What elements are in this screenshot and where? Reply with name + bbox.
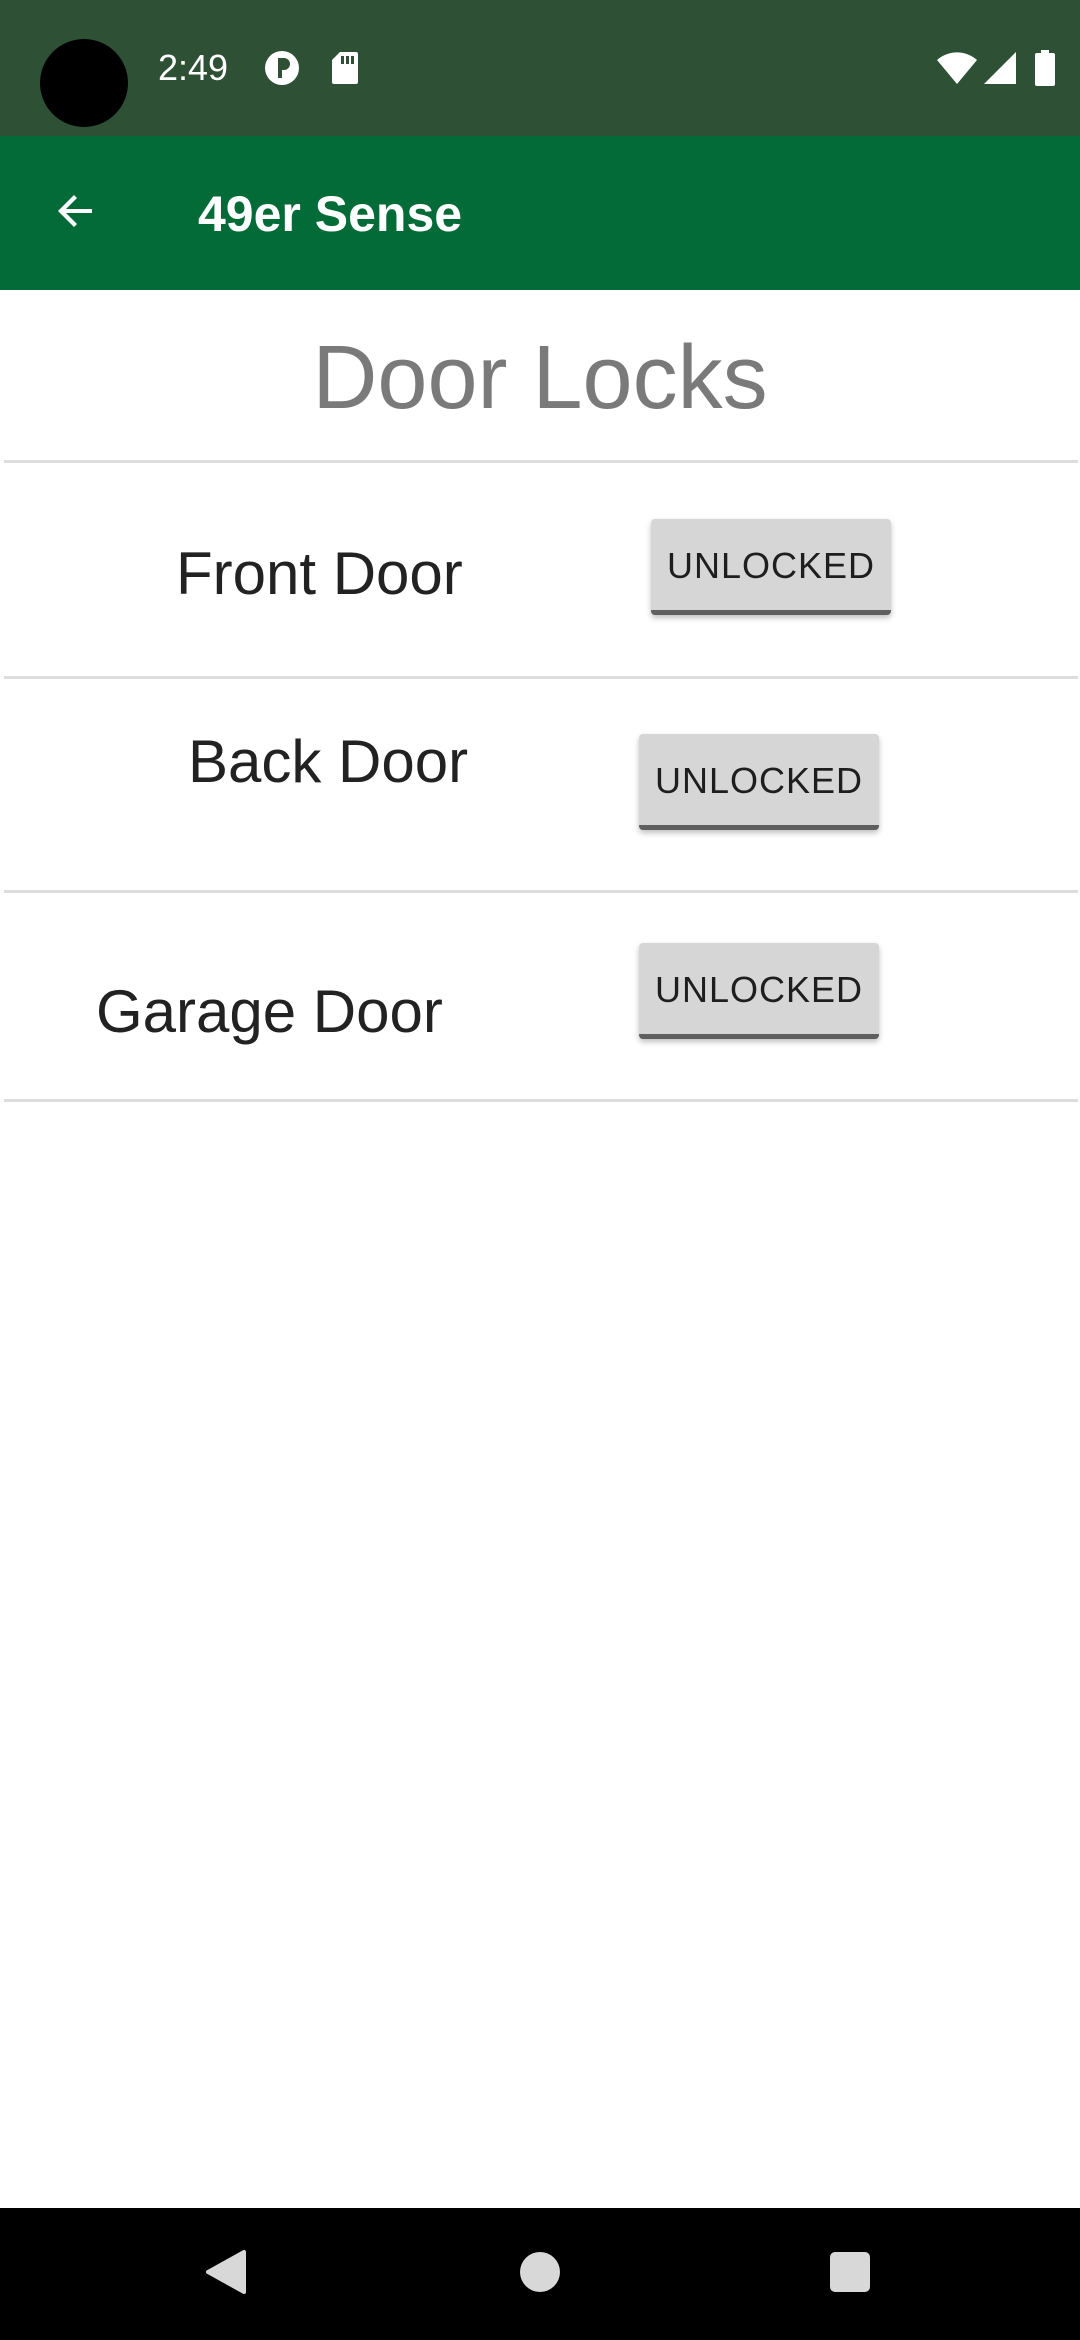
arrow-left-icon	[52, 187, 100, 240]
divider	[4, 676, 1078, 679]
lock-name-label: Garage Door	[96, 978, 443, 1045]
status-bar: 2:49	[0, 0, 1080, 136]
app-bar: 49er Sense	[0, 136, 1080, 290]
back-door-lock-button[interactable]: UNLOCKED	[639, 734, 879, 830]
back-button[interactable]	[36, 173, 116, 253]
nav-home-button[interactable]	[500, 2234, 580, 2314]
lock-name-label: Back Door	[188, 728, 469, 795]
wifi-icon	[936, 50, 978, 86]
battery-icon	[1034, 50, 1056, 86]
back-triangle-icon	[204, 2248, 248, 2301]
sd-card-icon	[330, 50, 366, 86]
home-circle-icon	[518, 2250, 562, 2299]
nav-recents-button[interactable]	[810, 2234, 890, 2314]
divider	[4, 460, 1078, 463]
garage-door-lock-button[interactable]: UNLOCKED	[639, 943, 879, 1039]
notification-app-icon	[264, 50, 300, 86]
front-door-lock-button[interactable]: UNLOCKED	[651, 519, 891, 615]
page-title: Door Locks	[312, 328, 768, 428]
system-nav-bar	[0, 2208, 1080, 2340]
status-time: 2:49	[158, 47, 229, 88]
divider	[4, 890, 1078, 893]
divider	[4, 1099, 1078, 1102]
screen: 2:49 49er Sense Door Locks Front Door UN…	[0, 0, 1080, 2340]
recents-square-icon	[828, 2250, 872, 2299]
camera-cutout	[40, 39, 128, 127]
nav-back-button[interactable]	[186, 2234, 266, 2314]
app-title: 49er Sense	[198, 186, 463, 242]
lock-name-label: Front Door	[176, 540, 463, 607]
cell-signal-icon	[982, 50, 1018, 86]
